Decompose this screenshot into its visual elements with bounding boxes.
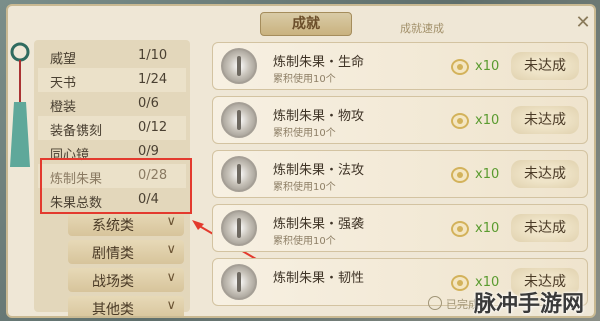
achievement-title: 炼制朱果・强袭	[273, 217, 365, 232]
category-item[interactable]: 装备镌刻 0/12	[38, 116, 186, 140]
category-item[interactable]: 威望 1/10	[38, 44, 186, 68]
chevron-down-icon: ∨	[166, 214, 176, 229]
reward-amount: x10	[475, 113, 500, 128]
reward-coin-icon	[451, 167, 469, 183]
status-badge: 未达成	[511, 52, 579, 80]
tassel-ornament-icon	[10, 42, 30, 167]
reward-coin-icon	[451, 113, 469, 129]
category-item[interactable]: 天书 1/24	[38, 68, 186, 92]
achievement-card[interactable]: 炼制朱果・生命 累积使用10个 x10 未达成	[212, 42, 588, 90]
achievement-panel: 成就 成就速成 ✕ 威望 1/10 天书 1/24 橙装 0/6 装备镌刻 0/…	[6, 4, 596, 318]
achievement-desc: 累积使用10个	[273, 182, 336, 193]
chevron-down-icon: ∨	[166, 298, 176, 313]
status-badge: 未达成	[511, 160, 579, 188]
achievement-title: 炼制朱果・物攻	[273, 109, 365, 124]
chevron-down-icon: ∨	[166, 270, 176, 285]
status-badge: 未达成	[511, 106, 579, 134]
achievement-desc: 累积使用10个	[273, 74, 336, 85]
site-watermark: 脉冲手游网	[474, 292, 585, 317]
reward-amount: x10	[475, 59, 500, 74]
medal-icon	[221, 156, 257, 192]
group-system[interactable]: 系统类 ∨	[68, 212, 184, 236]
medal-icon	[221, 102, 257, 138]
achievement-card[interactable]: 炼制朱果・法攻 累积使用10个 x10 未达成	[212, 150, 588, 198]
medal-icon	[221, 48, 257, 84]
achievement-title: 炼制朱果・生命	[273, 55, 365, 70]
achievement-card[interactable]: 炼制朱果・强袭 累积使用10个 x10 未达成	[212, 204, 588, 252]
reward-coin-icon	[451, 221, 469, 237]
reward-amount: x10	[475, 221, 500, 236]
page-title: 成就	[260, 12, 352, 36]
medal-icon	[221, 264, 257, 300]
reward-coin-icon	[451, 59, 469, 75]
close-icon[interactable]: ✕	[568, 12, 594, 34]
checkmark-icon	[428, 296, 442, 310]
highlight-box	[40, 158, 192, 214]
group-battlefield[interactable]: 战场类 ∨	[68, 268, 184, 292]
reward-coin-icon	[451, 275, 469, 291]
quick-achievement-link[interactable]: 成就速成	[400, 20, 444, 36]
status-badge: 未达成	[511, 214, 579, 242]
achievement-title: 炼制朱果・韧性	[273, 271, 365, 286]
medal-icon	[221, 210, 257, 246]
achievement-desc: 累积使用10个	[273, 236, 336, 247]
group-story[interactable]: 剧情类 ∨	[68, 240, 184, 264]
reward-amount: x10	[475, 167, 500, 182]
category-item[interactable]: 橙装 0/6	[38, 92, 186, 116]
achievement-card[interactable]: 炼制朱果・物攻 累积使用10个 x10 未达成	[212, 96, 588, 144]
group-other[interactable]: 其他类 ∨	[68, 296, 184, 316]
achievement-title: 炼制朱果・法攻	[273, 163, 365, 178]
achievement-desc: 累积使用10个	[273, 128, 336, 139]
achievement-list[interactable]: 炼制朱果・生命 累积使用10个 x10 未达成 炼制朱果・物攻 累积使用10个 …	[212, 42, 588, 312]
chevron-down-icon: ∨	[166, 242, 176, 257]
completed-filter[interactable]: 已完成	[428, 296, 479, 312]
